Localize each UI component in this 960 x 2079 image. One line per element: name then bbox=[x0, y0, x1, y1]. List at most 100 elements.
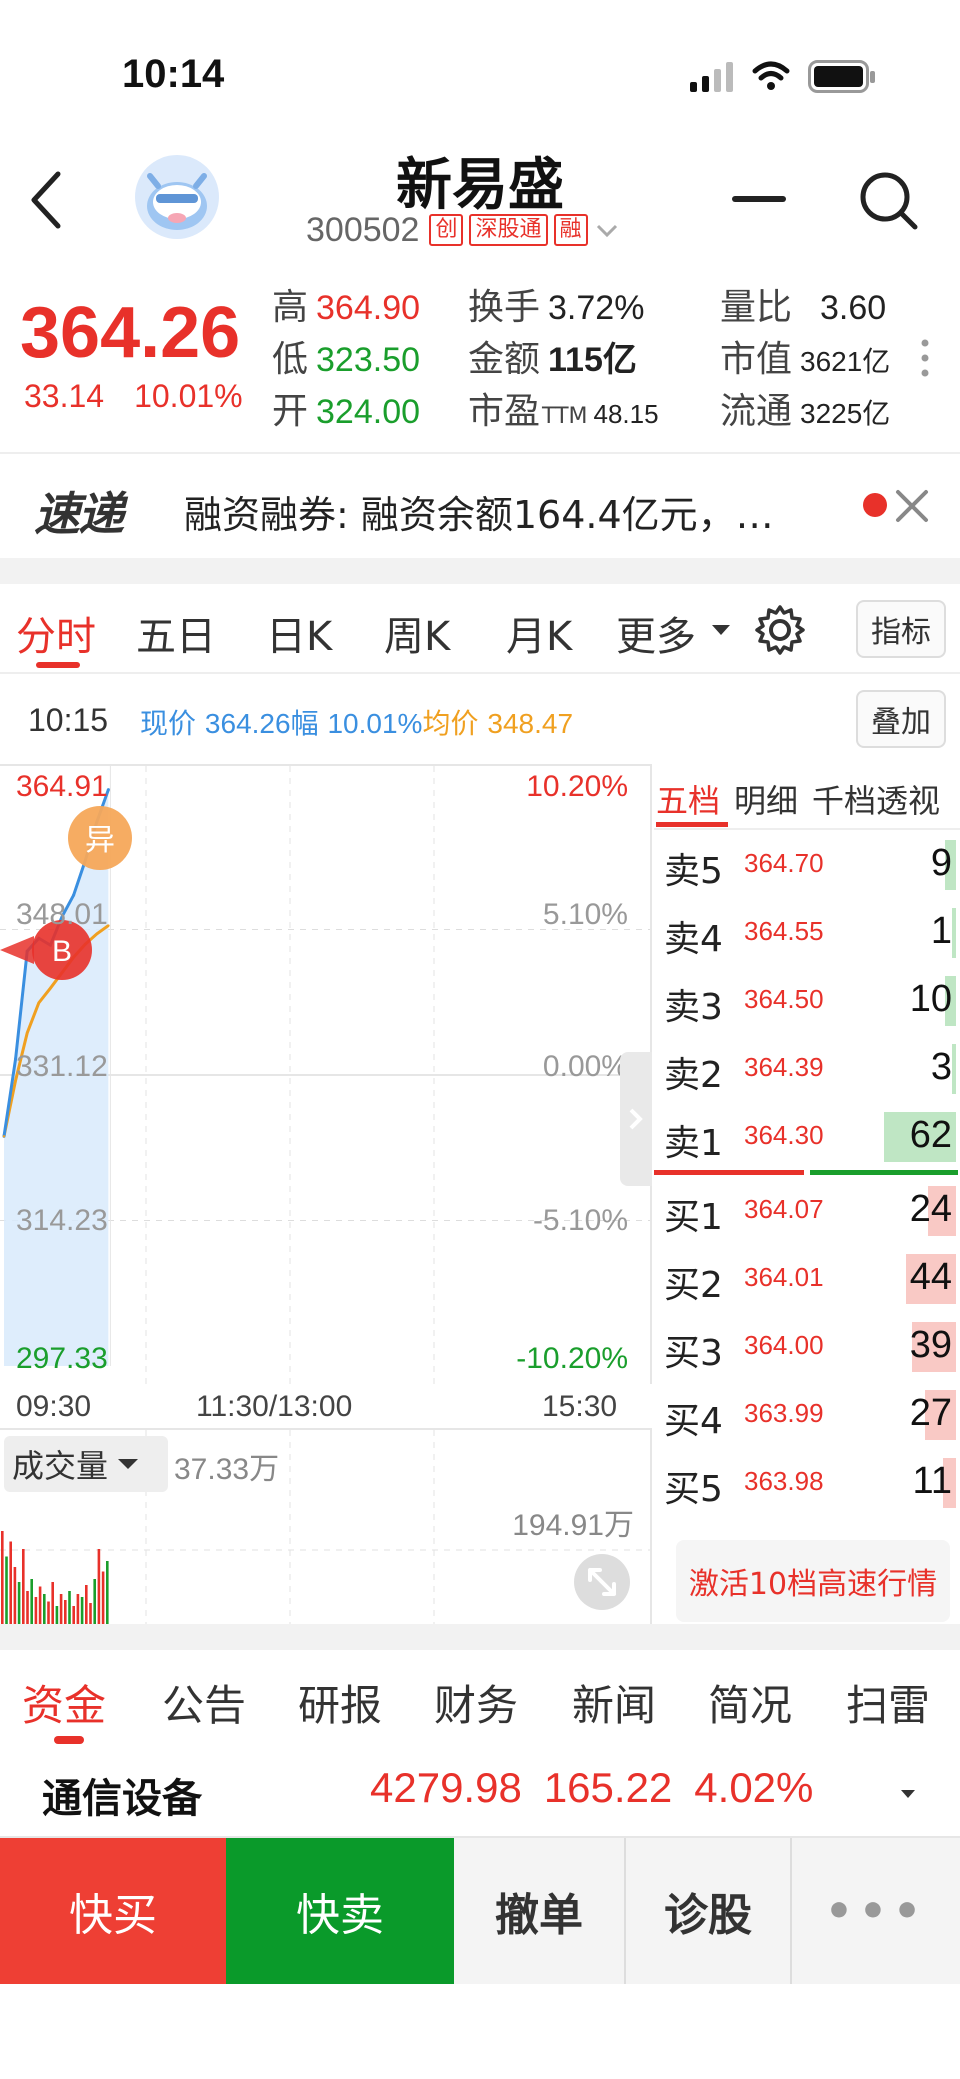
tab-more[interactable]: 更多 bbox=[616, 604, 696, 662]
volume-bar bbox=[17, 1582, 21, 1624]
pct-label-mid: 0.00% bbox=[542, 1050, 628, 1083]
quick-sell-button[interactable]: 快卖 bbox=[226, 1838, 454, 1984]
y-label-bottom: 297.33 bbox=[16, 1342, 108, 1375]
more-button[interactable]: ••• bbox=[792, 1838, 960, 1984]
sector-change: 165.22 bbox=[543, 1764, 673, 1811]
tab-monthly-k[interactable]: 月K bbox=[506, 604, 572, 662]
sector-row[interactable]: 通信设备 4279.98 165.22 4.02% bbox=[0, 1750, 960, 1836]
low-cell: 低 323.50 bbox=[272, 330, 420, 382]
avg-point bbox=[2, 1135, 6, 1138]
bid-row[interactable]: 买5 363.98 11 bbox=[654, 1448, 960, 1516]
open-value: 324.00 bbox=[316, 393, 421, 431]
tab-daily-k[interactable]: 日K bbox=[266, 604, 332, 662]
diagnose-button[interactable]: 诊股 bbox=[626, 1838, 790, 1984]
sector-change-pct: 4.02% bbox=[694, 1764, 814, 1811]
gear-icon[interactable] bbox=[754, 604, 806, 656]
chevron-right-icon bbox=[629, 1108, 643, 1130]
tab-five-day[interactable]: 五日 bbox=[136, 604, 216, 662]
volume-bar bbox=[38, 1586, 42, 1624]
news-ticker[interactable]: 速递 融资融券: 融资余额164.4亿元，… bbox=[0, 452, 960, 558]
volume-bar bbox=[5, 1556, 8, 1624]
level-price: 364.07 bbox=[744, 1194, 824, 1224]
level-volume: 1 bbox=[930, 910, 952, 952]
book-tab-depth[interactable]: 千档透视 bbox=[812, 776, 940, 822]
tab-profile[interactable]: 简况 bbox=[708, 1672, 792, 1733]
indicator-button[interactable]: 指标 bbox=[856, 600, 946, 658]
ask-row[interactable]: 卖4 364.55 1 bbox=[654, 898, 960, 966]
book-tab-details[interactable]: 明细 bbox=[734, 776, 798, 822]
high-label: 高 bbox=[272, 287, 309, 328]
tab-financials[interactable]: 财务 bbox=[434, 1672, 518, 1733]
pct-label-lower: -5.10% bbox=[532, 1204, 628, 1237]
tab-intraday[interactable]: 分时 bbox=[16, 604, 96, 662]
level-label: 卖4 bbox=[664, 919, 723, 960]
status-time: 10:14 bbox=[122, 52, 225, 96]
price-change-row: 33.14 10.01% bbox=[24, 378, 243, 415]
volume-selector[interactable]: 成交量 bbox=[4, 1436, 168, 1492]
stock-code-row[interactable]: 300502 创 深股通 融 bbox=[306, 210, 620, 250]
panel-toggle-handle[interactable] bbox=[620, 1052, 652, 1186]
ask-row[interactable]: 卖1 364.30 62 bbox=[654, 1102, 960, 1170]
avg-info-value: 348.47 bbox=[487, 708, 574, 739]
x-label-close: 15:30 bbox=[542, 1390, 618, 1423]
tag-chuang: 创 bbox=[429, 214, 464, 246]
turnover-value: 3.72% bbox=[548, 289, 645, 327]
close-icon[interactable] bbox=[892, 486, 932, 526]
turnover-cell: 换手 3.72% bbox=[468, 278, 644, 330]
avg-point bbox=[95, 932, 99, 936]
chart-info-line: 10:15 现价 364.26幅 10.01%均价 348.47 叠加 bbox=[0, 672, 960, 764]
chart-tabs: 分时 五日 日K 周K 月K 更多 指标 bbox=[0, 584, 960, 672]
tab-weekly-k[interactable]: 周K bbox=[384, 604, 450, 662]
volume-bar bbox=[76, 1594, 80, 1624]
active-tab-indicator bbox=[54, 1736, 84, 1744]
level-volume: 27 bbox=[909, 1392, 952, 1434]
pct-label-top: 10.20% bbox=[526, 770, 628, 803]
volume-bar bbox=[9, 1541, 12, 1624]
tab-risk-scan[interactable]: 扫雷 bbox=[846, 1672, 930, 1733]
active-tab-indicator bbox=[36, 662, 80, 668]
intraday-chart[interactable]: 异 B 364.91 348.01 331.12 314.23 297.33 10… bbox=[0, 764, 652, 1423]
caret-down-icon bbox=[901, 1790, 915, 1798]
tab-news[interactable]: 新闻 bbox=[572, 1672, 656, 1733]
minus-icon[interactable] bbox=[732, 194, 788, 204]
tag-shengutong: 深股通 bbox=[469, 214, 548, 246]
level-label: 买2 bbox=[664, 1265, 723, 1306]
anomaly-marker-label: 异 bbox=[85, 823, 115, 858]
more-vertical-icon[interactable] bbox=[920, 338, 930, 378]
activate-depth-button[interactable]: 激活10档高速行情 bbox=[676, 1540, 950, 1622]
float-cap-value: 3225亿 bbox=[800, 398, 891, 429]
bid-row[interactable]: 买2 364.01 44 bbox=[654, 1244, 960, 1312]
level-price: 364.70 bbox=[744, 848, 824, 878]
y-label-top: 364.91 bbox=[16, 770, 108, 803]
search-icon[interactable] bbox=[858, 170, 920, 232]
market-cap-cell: 市值 3621亿 bbox=[720, 330, 890, 382]
level-label: 卖3 bbox=[664, 987, 723, 1028]
bid-row[interactable]: 买1 364.07 24 bbox=[654, 1176, 960, 1244]
bid-row[interactable]: 买3 364.00 39 bbox=[654, 1312, 960, 1380]
tab-research[interactable]: 研报 bbox=[298, 1672, 382, 1733]
low-value: 323.50 bbox=[316, 341, 421, 379]
quick-buy-button[interactable]: 快买 bbox=[0, 1838, 226, 1984]
price-info: 现价 364.26幅 10.01%均价 348.47 bbox=[140, 702, 573, 742]
ask-row[interactable]: 卖3 364.50 10 bbox=[654, 966, 960, 1034]
level-label: 买1 bbox=[664, 1197, 723, 1238]
level-price: 364.30 bbox=[744, 1120, 824, 1150]
volume-current: 37.33万 bbox=[174, 1453, 280, 1486]
volume-label: 成交量 bbox=[12, 1447, 109, 1485]
overlay-button[interactable]: 叠加 bbox=[856, 690, 946, 748]
high-cell: 高 364.90 bbox=[272, 278, 420, 330]
cancel-order-button[interactable]: 撤单 bbox=[454, 1838, 624, 1984]
ask-row[interactable]: 卖5 364.70 9 bbox=[654, 830, 960, 898]
buy-marker-label: B bbox=[52, 935, 72, 968]
chevron-down-icon bbox=[596, 224, 617, 238]
ask-row[interactable]: 卖2 364.39 3 bbox=[654, 1034, 960, 1102]
expand-icon[interactable] bbox=[572, 1552, 632, 1612]
book-tab-five-levels[interactable]: 五档 bbox=[656, 776, 720, 822]
range-info-value: 10.01% bbox=[327, 708, 423, 739]
bid-row[interactable]: 买4 363.99 27 bbox=[654, 1380, 960, 1448]
level-price: 363.98 bbox=[744, 1466, 824, 1496]
volume-chart[interactable]: 成交量 37.33万 194.91万 bbox=[0, 1428, 652, 1624]
tab-funds[interactable]: 资金 bbox=[22, 1672, 106, 1733]
tab-announcements[interactable]: 公告 bbox=[162, 1672, 246, 1733]
price-change: 33.14 bbox=[24, 378, 105, 414]
